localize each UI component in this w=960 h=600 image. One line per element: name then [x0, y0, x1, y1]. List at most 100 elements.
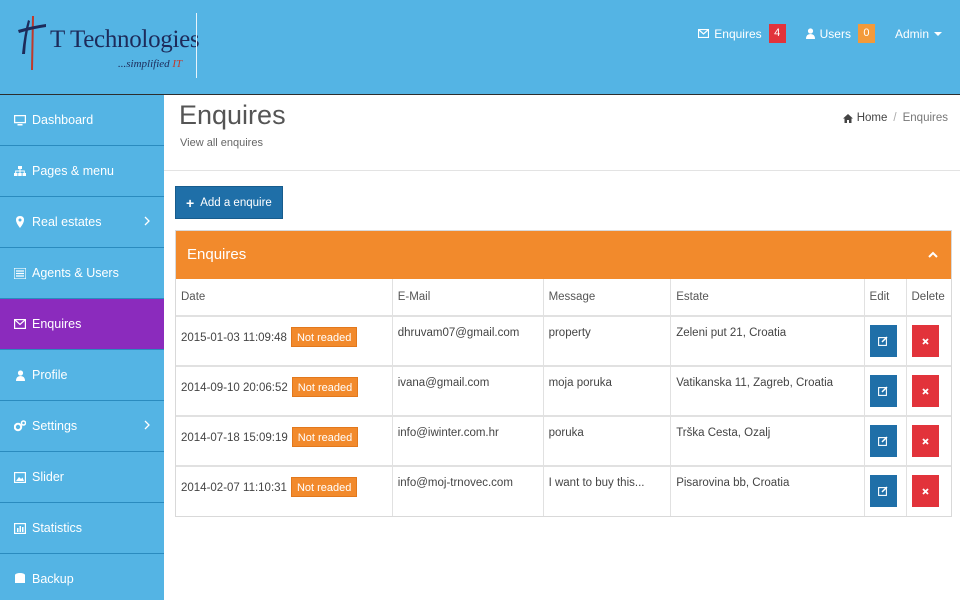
- delete-button[interactable]: [911, 325, 939, 357]
- chevron-right-icon: [144, 216, 150, 226]
- database-icon: [14, 573, 26, 585]
- envelope-icon: [698, 29, 710, 38]
- sidebar-item-slider[interactable]: Slider: [0, 452, 164, 503]
- user-icon: [14, 369, 26, 381]
- admin-label: Admin: [894, 26, 929, 41]
- cell-date: 2014-09-10 20:06:52 Not readed: [176, 366, 393, 417]
- date-text: 2014-09-10 20:06:52: [181, 382, 288, 394]
- column-header-message[interactable]: Message: [543, 279, 672, 317]
- cell-date: 2014-02-07 11:10:31 Not readed: [176, 466, 393, 516]
- top-header: T Technologies ...simplified IT Enquires…: [0, 0, 960, 95]
- date-text: 2014-07-18 15:09:19: [181, 432, 288, 444]
- sitemap-icon: [14, 165, 26, 177]
- users-count-badge: 0: [857, 24, 875, 43]
- edit-button[interactable]: [869, 475, 897, 507]
- cell-estate: Pisarovina bb, Croatia: [670, 466, 865, 516]
- cell-edit: [864, 316, 907, 367]
- enquires-table: Date E-Mail Message Estate Edit Delete 2…: [176, 279, 951, 516]
- column-header-estate[interactable]: Estate: [670, 279, 865, 317]
- table-row: 2014-09-10 20:06:52 Not readed ivana@gmai…: [176, 366, 951, 417]
- column-header-email[interactable]: E-Mail: [392, 279, 544, 317]
- nav-enquires[interactable]: Enquires 4: [698, 24, 786, 43]
- sidebar-item-label: Statistics: [32, 521, 83, 535]
- date-text: 2015-01-03 11:09:48: [181, 332, 287, 344]
- sidebar-item-label: Agents & Users: [32, 266, 119, 280]
- cell-email: info@iwinter.com.hr: [392, 416, 544, 467]
- enquires-count-badge: 4: [768, 24, 786, 43]
- cell-email: dhruvam07@gmail.com: [392, 316, 544, 367]
- logo-title: T Technologies: [50, 26, 200, 53]
- nav-users[interactable]: Users 0: [805, 24, 875, 43]
- home-icon: [842, 113, 853, 123]
- page-header: Enquires View all enquires Home / Enquir…: [164, 95, 960, 171]
- delete-button[interactable]: [911, 425, 939, 457]
- gears-icon: [14, 420, 26, 432]
- sidebar: Dashboard Pages & menu Real estates Agen…: [0, 95, 164, 600]
- column-header-edit: Edit: [864, 279, 907, 317]
- enquires-panel: Enquires Date E-Mail Message Estate Edit…: [175, 230, 952, 517]
- sidebar-item-real-estates[interactable]: Real estates: [0, 197, 164, 248]
- close-icon: [921, 337, 929, 345]
- edit-icon: [878, 386, 888, 396]
- status-badge: Not readed: [290, 327, 358, 347]
- picture-icon: [14, 471, 26, 483]
- table-header-row: Date E-Mail Message Estate Edit Delete: [176, 279, 951, 317]
- page-title: Enquires: [179, 100, 286, 130]
- sidebar-item-enquires[interactable]: Enquires: [0, 299, 164, 350]
- sidebar-item-label: Backup: [32, 572, 74, 586]
- cell-edit: [864, 466, 907, 516]
- sidebar-item-label: Settings: [32, 419, 78, 433]
- sidebar-item-backup[interactable]: Backup: [0, 554, 164, 600]
- edit-button[interactable]: [869, 425, 897, 457]
- delete-button[interactable]: [911, 475, 939, 507]
- company-logo[interactable]: T Technologies ...simplified IT: [14, 14, 200, 76]
- header-divider: [196, 13, 197, 78]
- caret-down-icon: [934, 31, 942, 36]
- logo-cross-icon: [18, 16, 46, 70]
- sidebar-item-agents-users[interactable]: Agents & Users: [0, 248, 164, 299]
- sidebar-item-settings[interactable]: Settings: [0, 401, 164, 452]
- breadcrumb: Home / Enquires: [842, 112, 948, 124]
- close-icon: [921, 437, 929, 445]
- table-row: 2014-02-07 11:10:31 Not readed info@moj-t…: [176, 466, 951, 516]
- edit-icon: [878, 436, 888, 446]
- sidebar-item-label: Slider: [32, 470, 64, 484]
- sidebar-item-label: Pages & menu: [32, 164, 114, 178]
- chevron-up-icon[interactable]: [928, 251, 938, 258]
- table-row: 2014-07-18 15:09:19 Not readed info@iwint…: [176, 416, 951, 467]
- cell-delete: [906, 466, 951, 516]
- cell-estate: Vatikanska 11, Zagreb, Croatia: [670, 366, 865, 417]
- sidebar-item-label: Real estates: [32, 215, 102, 229]
- delete-button[interactable]: [911, 375, 939, 407]
- monitor-icon: [14, 114, 26, 126]
- column-header-date[interactable]: Date: [176, 279, 393, 317]
- nav-enquires-label: Enquires: [714, 26, 762, 41]
- plus-icon: +: [186, 194, 195, 211]
- cell-delete: [906, 366, 951, 417]
- cell-edit: [864, 366, 907, 417]
- cell-message: I want to buy this...: [543, 466, 672, 516]
- cell-message: moja poruka: [543, 366, 672, 417]
- main-content: Enquires View all enquires Home / Enquir…: [164, 95, 960, 600]
- sidebar-item-pages-menu[interactable]: Pages & menu: [0, 146, 164, 197]
- sidebar-item-label: Dashboard: [32, 113, 94, 127]
- column-header-delete: Delete: [906, 279, 951, 317]
- edit-button[interactable]: [869, 375, 897, 407]
- cell-date: 2015-01-03 11:09:48 Not readed: [176, 316, 393, 367]
- admin-dropdown[interactable]: Admin: [895, 27, 942, 41]
- logo-tagline: ...simplified IT: [118, 58, 183, 70]
- breadcrumb-home-link[interactable]: Home: [857, 112, 888, 124]
- add-enquire-label: Add a enquire: [200, 196, 272, 209]
- sidebar-item-profile[interactable]: Profile: [0, 350, 164, 401]
- cell-date: 2014-07-18 15:09:19 Not readed: [176, 416, 393, 467]
- user-icon: [805, 28, 815, 39]
- page-subtitle: View all enquires: [180, 137, 263, 149]
- add-enquire-button[interactable]: + Add a enquire: [175, 186, 283, 219]
- cell-message: poruka: [543, 416, 672, 467]
- nav-users-label: Users: [819, 26, 851, 41]
- sidebar-item-dashboard[interactable]: Dashboard: [0, 95, 164, 146]
- sidebar-item-statistics[interactable]: Statistics: [0, 503, 164, 554]
- edit-button[interactable]: [869, 325, 897, 357]
- close-icon: [921, 387, 929, 395]
- breadcrumb-separator: /: [893, 112, 897, 124]
